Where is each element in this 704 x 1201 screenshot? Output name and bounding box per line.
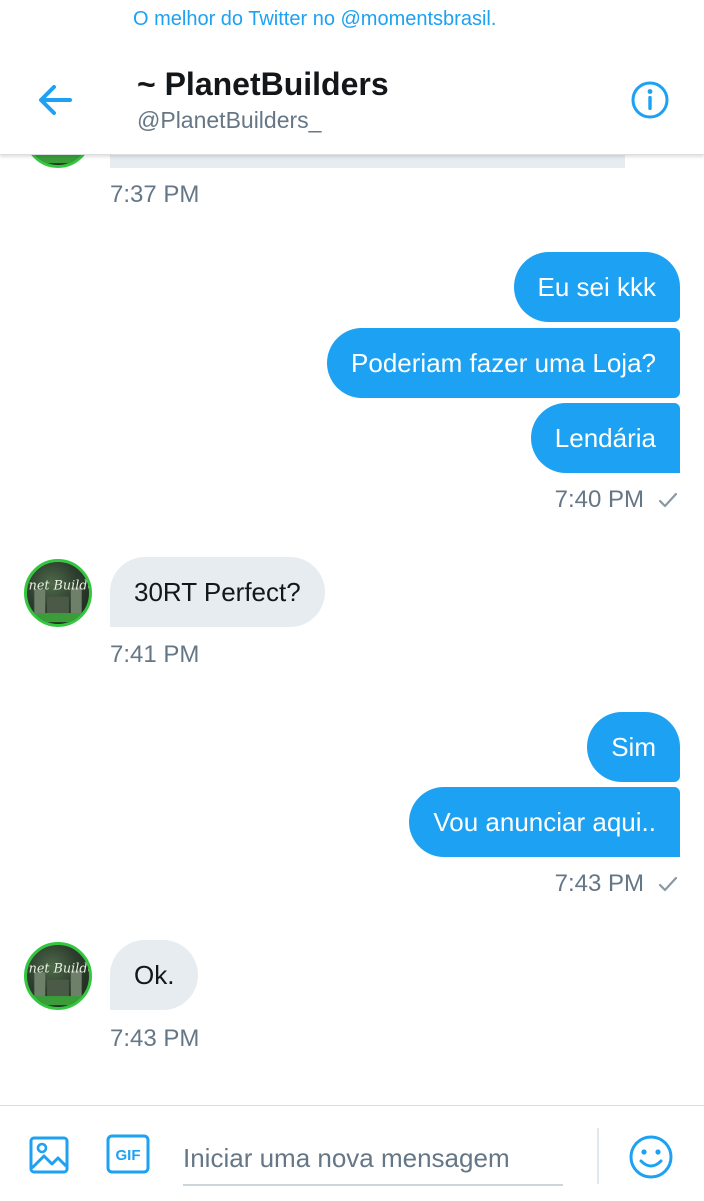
avatar-text: Planet Builders — [27, 961, 89, 976]
message-bubble-outgoing[interactable]: Eu sei kkk — [513, 252, 680, 322]
emoji-button[interactable] — [628, 1134, 674, 1180]
message-composer: GIF — [0, 1105, 704, 1201]
info-button[interactable] — [630, 80, 670, 120]
message-bubble-incoming[interactable]: 30RT Perfect? — [110, 557, 325, 627]
composer-divider — [597, 1128, 599, 1184]
message-timestamp: 7:41 PM — [110, 641, 200, 668]
message-timestamp: 7:43 PM — [554, 870, 644, 897]
avatar[interactable]: Planet Builders — [24, 942, 92, 1010]
message-input[interactable] — [183, 1132, 563, 1186]
message-list[interactable]: 7:37 PM Eu sei kkk Poderiam fazer uma Lo… — [0, 0, 704, 1105]
image-icon — [29, 1136, 69, 1174]
add-gif-button[interactable]: GIF — [106, 1134, 150, 1174]
back-button[interactable] — [34, 80, 76, 120]
avatar-logo: Planet Builders — [27, 961, 89, 1006]
conversation-handle: @PlanetBuilders_ — [137, 107, 322, 133]
message-bubble-outgoing[interactable]: Vou anunciar aqui.. — [409, 787, 680, 857]
avatar-logo: Planet Builders — [27, 578, 89, 623]
arrow-left-icon — [39, 85, 72, 115]
gif-label: GIF — [116, 1147, 141, 1164]
message-bubble-outgoing[interactable]: Sim — [587, 712, 680, 782]
conversation-header: ~ PlanetBuilders @PlanetBuilders_ — [0, 40, 704, 155]
avatar[interactable]: Planet Builders — [24, 559, 92, 627]
conversation-title: ~ PlanetBuilders — [137, 66, 389, 102]
avatar-text: Planet Builders — [27, 578, 89, 593]
gif-icon: GIF — [106, 1134, 150, 1174]
message-bubble-outgoing[interactable]: Poderiam fazer uma Loja? — [327, 328, 680, 398]
smiley-icon — [629, 1135, 673, 1179]
add-image-button[interactable] — [28, 1134, 70, 1176]
info-icon — [631, 81, 669, 119]
message-timestamp: 7:43 PM — [110, 1025, 200, 1052]
message-bubble-outgoing[interactable]: Lendária — [530, 403, 680, 473]
check-icon — [658, 876, 678, 892]
check-icon — [658, 492, 678, 508]
message-timestamp: 7:40 PM — [554, 486, 644, 513]
message-timestamp: 7:37 PM — [110, 181, 200, 208]
message-bubble-incoming[interactable]: Ok. — [110, 940, 199, 1010]
